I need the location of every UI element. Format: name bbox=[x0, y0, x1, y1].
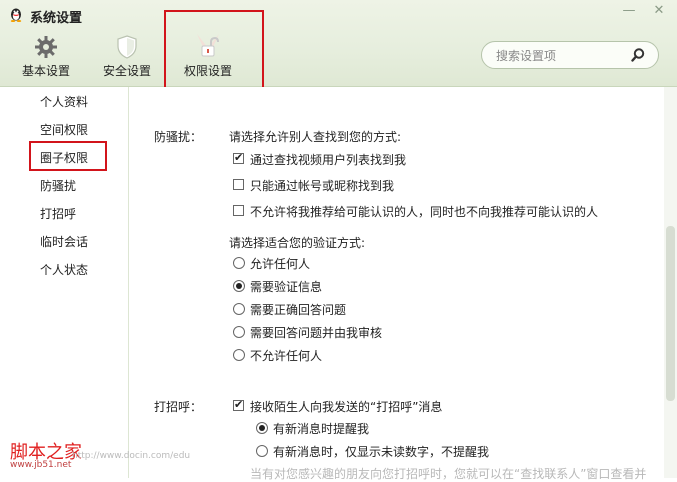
sidebar-item-greeting[interactable]: 打招呼 bbox=[40, 205, 76, 222]
greeting-hint-text: 当有对您感兴趣的朋友向您打招呼时，您就可以在“查找联系人”窗口查看并 bbox=[250, 467, 647, 481]
notify-option-remind-radio[interactable] bbox=[256, 422, 268, 434]
sidebar-item-anti-harass[interactable]: 防骚扰 bbox=[40, 177, 76, 194]
find-option-video-list-checkbox[interactable]: ✔ bbox=[233, 151, 244, 164]
watermark-domain: www.jb51.net bbox=[10, 460, 72, 470]
toolbar-basic-label: 基本设置 bbox=[21, 64, 70, 78]
find-option-account-only-checkbox[interactable] bbox=[233, 179, 244, 190]
greeting-receive-label[interactable]: 接收陌生人向我发送的“打招呼”消息 bbox=[250, 398, 442, 415]
verify-option-allow-all-radio[interactable] bbox=[233, 257, 245, 269]
notify-option-count-only-label[interactable]: 有新消息时，仅显示未读数字，不提醒我 bbox=[273, 443, 489, 460]
checkmark-icon: ✔ bbox=[234, 151, 244, 164]
search-input[interactable] bbox=[494, 47, 628, 65]
close-button[interactable]: ✕ bbox=[648, 3, 670, 19]
find-option-account-only-label[interactable]: 只能通过帐号或昵称找到我 bbox=[250, 177, 394, 194]
radio-selected-dot bbox=[259, 425, 265, 431]
toolbar-basic-settings[interactable]: 基本设置 bbox=[11, 34, 81, 80]
highlight-box-sidebar bbox=[29, 141, 107, 171]
window-title: 系统设置 bbox=[30, 11, 83, 26]
verify-option-correct-answer-radio[interactable] bbox=[233, 303, 245, 315]
sidebar-item-temp-chat[interactable]: 临时会话 bbox=[40, 233, 88, 250]
find-option-no-recommend-label[interactable]: 不允许将我推荐给可能认识的人，同时也不向我推荐可能认识的人 bbox=[250, 203, 598, 220]
penguin-logo-icon bbox=[10, 8, 22, 22]
find-option-video-list-label[interactable]: 通过查找视频用户列表找到我 bbox=[250, 151, 406, 168]
greeting-label: 打招呼： bbox=[154, 400, 203, 414]
sidebar-item-space-permission[interactable]: 空间权限 bbox=[40, 121, 88, 138]
checkmark-icon: ✔ bbox=[234, 398, 244, 411]
notify-option-remind-label[interactable]: 有新消息时提醒我 bbox=[273, 420, 369, 437]
gear-icon bbox=[35, 36, 57, 58]
watermark-url: http://www.docin.com/edu bbox=[72, 451, 191, 461]
verify-option-deny-all-label[interactable]: 不允许任何人 bbox=[250, 347, 322, 364]
verify-option-answer-review-radio[interactable] bbox=[233, 326, 245, 338]
find-method-prompt: 请选择允许别人查找到您的方式: bbox=[229, 130, 402, 144]
sidebar-item-profile[interactable]: 个人资料 bbox=[40, 93, 88, 110]
verify-option-deny-all-radio[interactable] bbox=[233, 349, 245, 361]
search-icon[interactable] bbox=[630, 47, 646, 63]
toolbar-security-label: 安全设置 bbox=[102, 64, 151, 78]
verify-option-correct-answer-label[interactable]: 需要正确回答问题 bbox=[250, 301, 346, 318]
verify-option-need-info-label[interactable]: 需要验证信息 bbox=[250, 278, 322, 295]
search-box[interactable] bbox=[481, 41, 659, 69]
sidebar-item-status[interactable]: 个人状态 bbox=[40, 261, 88, 278]
anti-harass-label: 防骚扰： bbox=[154, 130, 203, 144]
find-option-no-recommend-checkbox[interactable] bbox=[233, 205, 244, 216]
verify-method-prompt: 请选择适合您的验证方式: bbox=[229, 236, 366, 250]
radio-selected-dot bbox=[236, 283, 242, 289]
scrollbar-thumb[interactable] bbox=[666, 226, 675, 401]
greeting-receive-checkbox[interactable]: ✔ bbox=[233, 398, 244, 411]
minimize-button[interactable]: — bbox=[618, 3, 640, 19]
verify-option-answer-review-label[interactable]: 需要回答问题并由我审核 bbox=[250, 324, 382, 341]
toolbar-security-settings[interactable]: 安全设置 bbox=[92, 34, 162, 80]
verify-option-allow-all-label[interactable]: 允许任何人 bbox=[250, 255, 310, 272]
shield-icon bbox=[117, 35, 137, 59]
verify-option-need-info-radio[interactable] bbox=[233, 280, 245, 292]
notify-option-count-only-radio[interactable] bbox=[256, 445, 268, 457]
settings-content bbox=[129, 87, 664, 478]
